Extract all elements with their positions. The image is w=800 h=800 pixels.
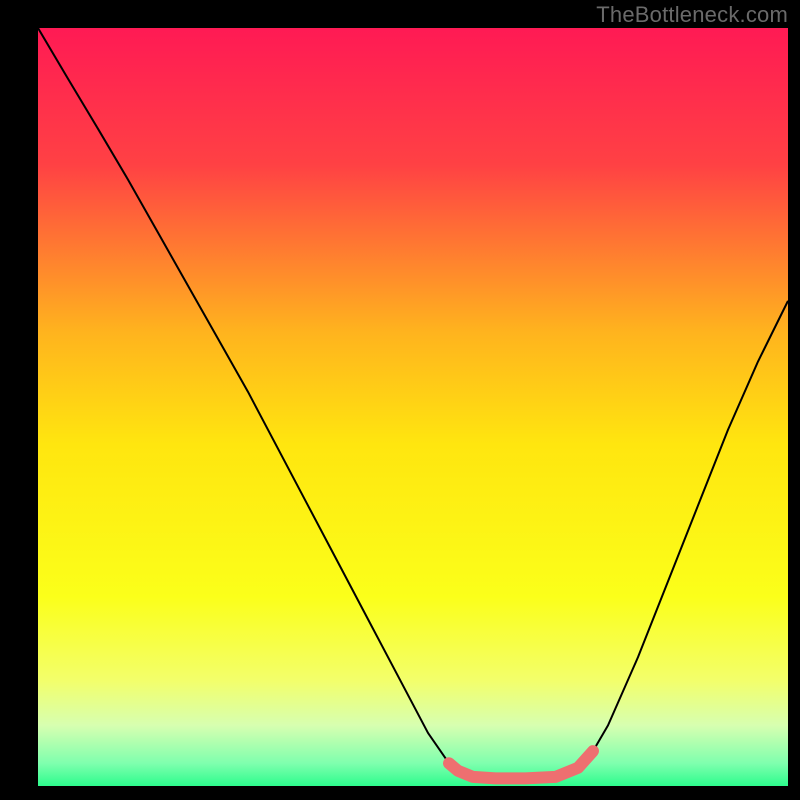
chart-svg: [38, 28, 788, 786]
watermark-label: TheBottleneck.com: [596, 2, 788, 28]
gradient-background: [38, 28, 788, 786]
chart-frame: TheBottleneck.com: [0, 0, 800, 800]
plot-area: [38, 28, 788, 786]
